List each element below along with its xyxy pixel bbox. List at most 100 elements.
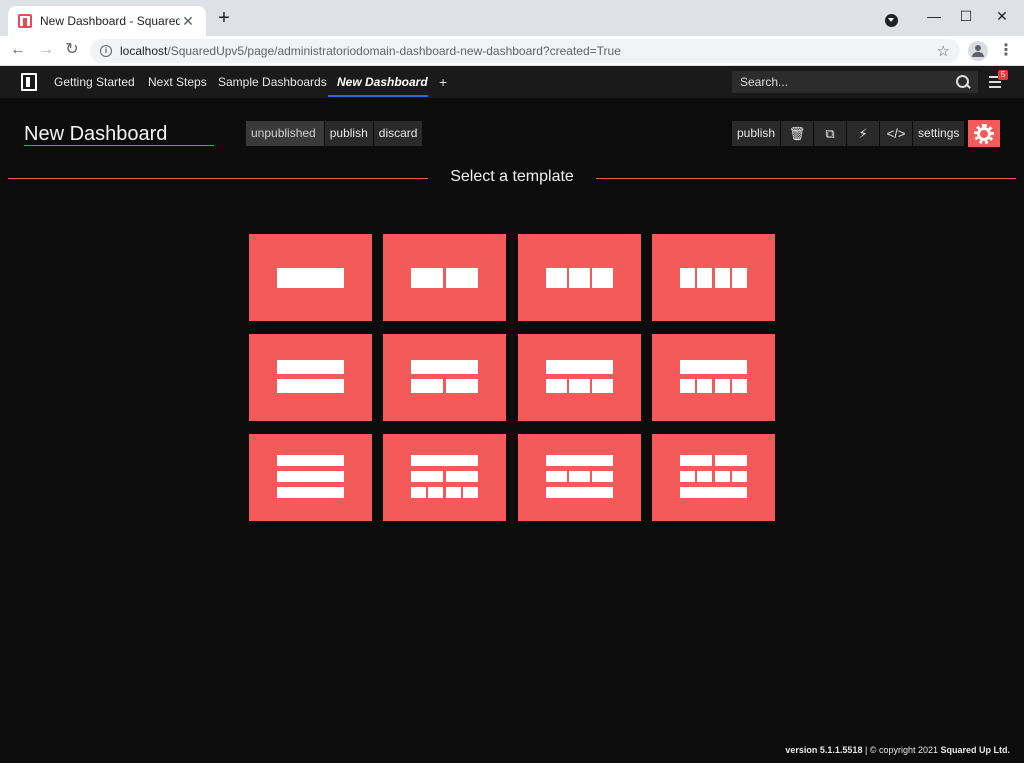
- template-block: [697, 379, 712, 393]
- address-bar[interactable]: i localhost/SquaredUpv5/page/administrat…: [90, 39, 960, 63]
- template-block: [463, 487, 478, 498]
- version-text: version 5.1.1.5518: [785, 745, 863, 755]
- template-3-columns[interactable]: [518, 234, 641, 321]
- copy-icon[interactable]: ⧉: [814, 121, 847, 146]
- template-block: [546, 360, 613, 374]
- flash-icon[interactable]: ⚡: [847, 121, 880, 146]
- template-block: [680, 471, 695, 482]
- template-block: [277, 471, 344, 482]
- squaredup-favicon-icon: [18, 14, 32, 28]
- browser-tab[interactable]: New Dashboard - SquaredUp ✕: [8, 6, 206, 36]
- template-2-rows[interactable]: [249, 334, 372, 421]
- template-block: [411, 455, 478, 466]
- template-1-then-3[interactable]: [518, 334, 641, 421]
- template-block: [277, 455, 344, 466]
- template-4-columns[interactable]: [652, 234, 775, 321]
- info-icon[interactable]: i: [100, 45, 112, 57]
- divider-left: [8, 178, 428, 179]
- new-tab-button[interactable]: +: [214, 8, 234, 28]
- template-block: [715, 471, 730, 482]
- template-block: [446, 268, 478, 288]
- browser-menu-icon[interactable]: ⋮: [998, 41, 1014, 61]
- dashboard-title[interactable]: New Dashboard: [24, 122, 214, 146]
- template-1-column[interactable]: [249, 234, 372, 321]
- select-template-heading: Select a template: [450, 168, 574, 185]
- template-2-4-1[interactable]: [652, 434, 775, 521]
- tab-search-icon[interactable]: [885, 14, 898, 27]
- template-block: [446, 379, 478, 393]
- dashboard-toolbar: publish 🗑 ⧉ ⚡ </> settings: [732, 121, 965, 146]
- template-block: [546, 487, 613, 498]
- template-block: [546, 471, 567, 482]
- gear-button[interactable]: [968, 120, 1000, 147]
- search-input[interactable]: [740, 75, 956, 89]
- app-root: Getting Started Next Steps Sample Dashbo…: [0, 66, 1024, 763]
- template-block: [732, 379, 747, 393]
- reload-icon[interactable]: ↻: [62, 40, 82, 60]
- nav-item-next-steps[interactable]: Next Steps: [148, 66, 207, 98]
- settings-button[interactable]: settings: [913, 121, 965, 146]
- template-block: [697, 268, 712, 288]
- unpublished-badge: unpublished: [246, 121, 324, 146]
- profile-avatar-icon[interactable]: [968, 41, 988, 61]
- divider-right: [596, 178, 1016, 179]
- template-block: [277, 487, 344, 498]
- bookmark-star-icon[interactable]: ☆: [937, 42, 950, 60]
- template-block: [569, 471, 590, 482]
- browser-tabstrip: New Dashboard - SquaredUp ✕ + — ☐ ✕: [0, 0, 1024, 36]
- browser-toolbar: ← → ↻ i localhost/SquaredUpv5/page/admin…: [0, 36, 1024, 66]
- template-block: [446, 487, 461, 498]
- add-page-button[interactable]: +: [439, 66, 447, 98]
- delete-icon[interactable]: 🗑: [781, 121, 814, 146]
- template-block: [277, 360, 344, 374]
- publish-state-button[interactable]: publish: [324, 121, 373, 146]
- search-box[interactable]: [732, 71, 978, 93]
- template-1-3-1[interactable]: [518, 434, 641, 521]
- template-block: [680, 360, 747, 374]
- notification-badge: 5: [998, 70, 1008, 80]
- tab-close-icon[interactable]: ✕: [180, 13, 196, 30]
- template-block: [569, 379, 590, 393]
- squaredup-logo-icon[interactable]: [21, 73, 37, 91]
- template-block: [277, 268, 344, 288]
- template-2-columns[interactable]: [383, 234, 506, 321]
- window-close-button[interactable]: ✕: [984, 4, 1020, 28]
- template-block: [732, 471, 747, 482]
- template-block: [697, 471, 712, 482]
- code-icon[interactable]: </>: [880, 121, 913, 146]
- tab-title: New Dashboard - SquaredUp: [40, 14, 180, 28]
- template-block: [569, 268, 590, 288]
- template-block: [715, 379, 730, 393]
- minimize-button[interactable]: —: [916, 4, 952, 28]
- template-3-rows[interactable]: [249, 434, 372, 521]
- search-icon[interactable]: [956, 75, 970, 89]
- nav-item-getting-started[interactable]: Getting Started: [54, 66, 135, 98]
- template-block: [680, 455, 712, 466]
- url-text[interactable]: localhost/SquaredUpv5/page/administrator…: [120, 44, 937, 58]
- template-1-then-4[interactable]: [652, 334, 775, 421]
- company-text: Squared Up Ltd.: [940, 745, 1011, 755]
- nav-item-new-dashboard[interactable]: New Dashboard: [337, 66, 428, 98]
- template-block: [592, 471, 613, 482]
- maximize-button[interactable]: ☐: [948, 4, 984, 28]
- template-1-2-4[interactable]: [383, 434, 506, 521]
- template-block: [680, 379, 695, 393]
- template-block: [680, 487, 747, 498]
- template-block: [428, 487, 443, 498]
- nav-item-sample-dashboards[interactable]: Sample Dashboards: [218, 66, 327, 98]
- copyright-text: | © copyright 2021: [864, 745, 938, 755]
- template-block: [411, 379, 443, 393]
- template-block: [411, 471, 443, 482]
- template-1-then-2[interactable]: [383, 334, 506, 421]
- template-block: [446, 471, 478, 482]
- publish-button[interactable]: publish: [732, 121, 781, 146]
- template-block: [592, 268, 613, 288]
- template-block: [411, 268, 443, 288]
- discard-button[interactable]: discard: [373, 121, 423, 146]
- footer: version 5.1.1.5518 | © copyright 2021 Sq…: [785, 745, 1010, 755]
- forward-arrow-icon[interactable]: →: [36, 40, 56, 60]
- template-block: [732, 268, 747, 288]
- back-arrow-icon[interactable]: ←: [8, 40, 28, 60]
- template-block: [592, 379, 613, 393]
- template-block: [715, 455, 747, 466]
